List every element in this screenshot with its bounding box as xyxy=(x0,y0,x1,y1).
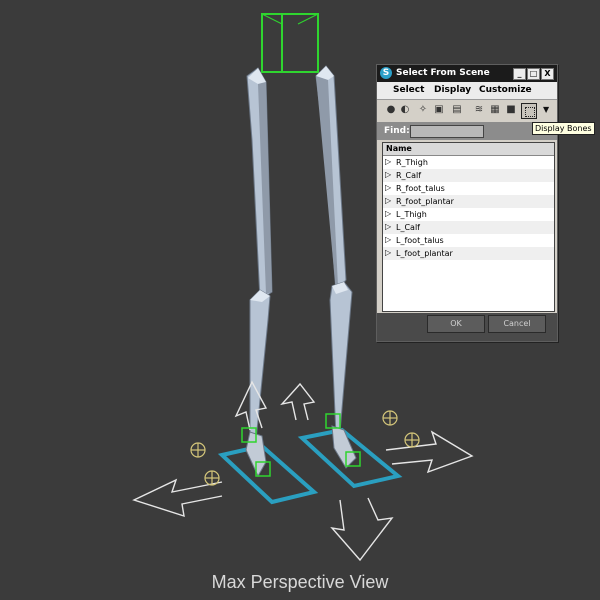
spacewarps-icon[interactable]: ≋ xyxy=(473,104,485,116)
scene-object-list[interactable]: Name ▷ R_Thigh ▷ R_Calf ▷ R_foot_talus ▷ R_f… xyxy=(382,142,555,312)
bone-r-thigh[interactable] xyxy=(246,67,273,301)
bones-icon xyxy=(525,107,535,117)
find-label: Find: xyxy=(384,126,410,136)
find-row: Find: xyxy=(377,122,557,140)
bone-l-thigh[interactable] xyxy=(315,65,347,294)
hip-box[interactable] xyxy=(261,13,319,73)
menu-select[interactable]: Select xyxy=(393,85,424,95)
bone-icon: ▷ xyxy=(385,248,392,257)
app-logo-icon: S xyxy=(380,67,392,79)
chevron-down-icon[interactable]: ▼ xyxy=(543,105,549,114)
list-header[interactable]: Name xyxy=(383,143,554,156)
list-item[interactable]: ▷ R_foot_talus xyxy=(383,182,554,195)
maximize-button[interactable]: □ xyxy=(527,68,540,80)
viewport-caption: Max Perspective View xyxy=(211,572,389,592)
menu-customize[interactable]: Customize xyxy=(479,85,532,95)
helpers-icon[interactable]: ▤ xyxy=(451,104,463,116)
list-item[interactable]: ▷ L_Calf xyxy=(383,221,554,234)
column-name: Name xyxy=(386,144,412,153)
dialog-title: Select From Scene xyxy=(396,68,490,78)
xrefs-icon[interactable]: ■ xyxy=(505,104,517,116)
list-item[interactable]: ▷ R_Thigh xyxy=(383,156,554,169)
list-item[interactable]: ▷ L_foot_talus xyxy=(383,234,554,247)
bone-icon: ▷ xyxy=(385,170,392,179)
bone-icon: ▷ xyxy=(385,157,392,166)
dialog-titlebar[interactable]: S Select From Scene _ □ X xyxy=(377,65,557,82)
minimize-button[interactable]: _ xyxy=(513,68,526,80)
bone-l-foot[interactable] xyxy=(331,425,357,469)
find-input[interactable] xyxy=(410,125,484,138)
list-item[interactable]: ▷ L_foot_plantar xyxy=(383,247,554,260)
select-from-scene-dialog[interactable]: S Select From Scene _ □ X Select Display… xyxy=(376,64,558,342)
cancel-button[interactable]: Cancel xyxy=(488,315,546,333)
bone-icon: ▷ xyxy=(385,222,392,231)
close-button[interactable]: X xyxy=(541,68,554,80)
menu-display[interactable]: Display xyxy=(434,85,471,95)
bone-l-calf[interactable] xyxy=(329,281,353,438)
shapes-icon[interactable]: ◐ xyxy=(399,104,411,116)
cameras-icon[interactable]: ▣ xyxy=(433,104,445,116)
ok-button[interactable]: OK xyxy=(427,315,485,333)
geometry-icon[interactable]: ● xyxy=(385,104,397,116)
display-bones-toggle[interactable] xyxy=(521,103,537,119)
list-item[interactable]: ▷ R_Calf xyxy=(383,169,554,182)
ik-foot-right[interactable] xyxy=(217,443,319,505)
display-bones-tooltip: Display Bones xyxy=(532,122,595,135)
lights-icon[interactable]: ✧ xyxy=(417,104,429,116)
menu-bar: Select Display Customize xyxy=(377,82,557,99)
bone-icon: ▷ xyxy=(385,235,392,244)
bone-icon: ▷ xyxy=(385,209,392,218)
bone-r-calf[interactable] xyxy=(249,289,271,441)
bone-icon: ▷ xyxy=(385,196,392,205)
dummy-helpers[interactable] xyxy=(190,410,420,486)
bone-icon: ▷ xyxy=(385,183,392,192)
filter-toolbar: ● ◐ ✧ ▣ ▤ ≋ ▦ ■ ▼ xyxy=(377,99,557,123)
list-item[interactable]: ▷ L_Thigh xyxy=(383,208,554,221)
list-item[interactable]: ▷ R_foot_plantar xyxy=(383,195,554,208)
transform-gizmo-arrows[interactable] xyxy=(132,380,474,562)
groups-icon[interactable]: ▦ xyxy=(489,104,501,116)
